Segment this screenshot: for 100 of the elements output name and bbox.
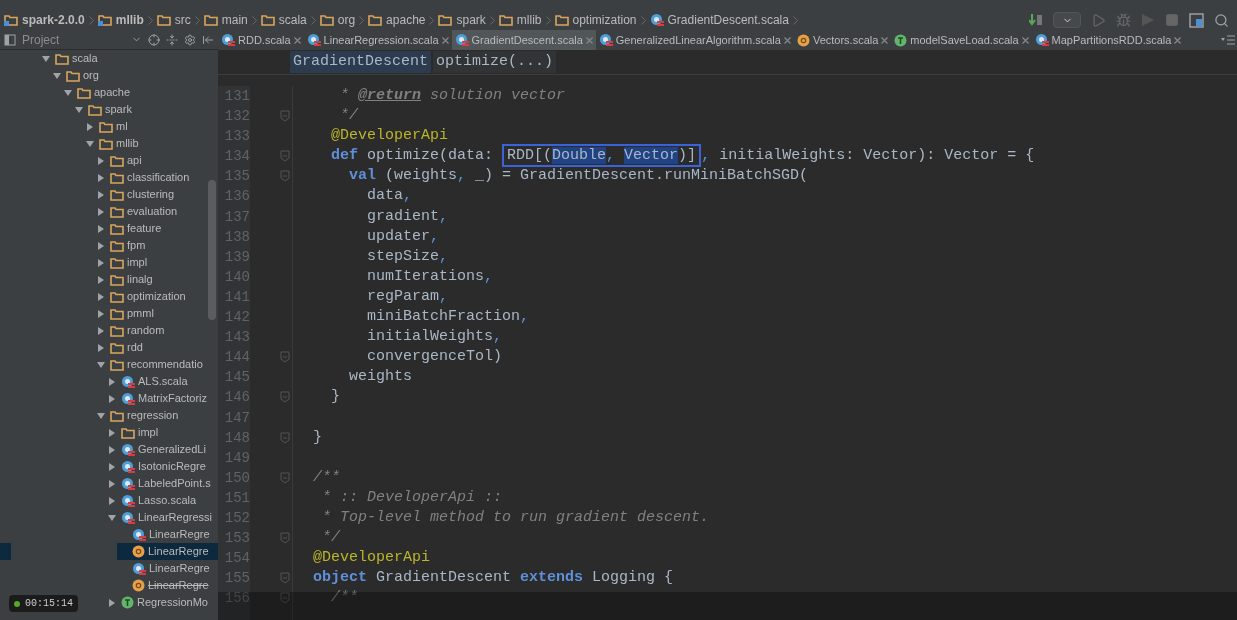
close-icon[interactable]: [881, 36, 889, 44]
tree-item[interactable]: GeneralizedLi: [106, 441, 208, 458]
close-icon[interactable]: [783, 36, 791, 44]
tree-item[interactable]: rdd: [95, 339, 145, 356]
scrollbar[interactable]: [208, 180, 216, 320]
collapse-icon[interactable]: [166, 33, 178, 46]
tab-list-icon[interactable]: [1221, 34, 1235, 46]
tree-item[interactable]: ml: [84, 118, 130, 135]
tree-item[interactable]: LinearRegre: [117, 577, 211, 594]
breadcrumb-item[interactable]: spark: [438, 11, 486, 29]
tree-item[interactable]: impl: [95, 254, 150, 271]
code-line: regParam,: [366, 286, 449, 307]
tree-item[interactable]: classification: [95, 169, 192, 186]
close-icon[interactable]: [1021, 36, 1029, 44]
project-structure-icon[interactable]: [1189, 12, 1204, 28]
code-line: updater,: [366, 226, 440, 247]
code-breadcrumb[interactable]: optimize(...): [433, 50, 557, 74]
tree-item[interactable]: apache: [62, 84, 133, 101]
settings-icon[interactable]: [184, 33, 196, 46]
breadcrumb-item[interactable]: mllib: [97, 11, 144, 29]
collapsed-arrow-icon[interactable]: [86, 122, 94, 131]
tree-item[interactable]: fpm: [95, 237, 148, 254]
editor-tab[interactable]: GradientDescent.scala: [451, 30, 596, 50]
collapsed-arrow-icon[interactable]: [108, 598, 116, 607]
breadcrumb-item[interactable]: org: [319, 11, 356, 29]
class-file-icon: [121, 374, 135, 389]
class-file-icon: [121, 493, 135, 508]
breadcrumb-item[interactable]: mllib: [498, 11, 542, 29]
code-line: * @return solution vector: [339, 86, 566, 106]
tree-item[interactable]: RegressionMo: [106, 594, 210, 611]
tree-item[interactable]: linalg: [95, 271, 155, 288]
tree-item[interactable]: random: [95, 322, 167, 339]
code-line: val (weights, _) = GradientDescent.runMiniBatchSGD(: [348, 166, 809, 187]
breadcrumb-item[interactable]: main: [203, 11, 248, 29]
object-file-icon: [132, 545, 145, 558]
crosshair-icon[interactable]: [148, 33, 160, 46]
folder-icon: [77, 86, 91, 99]
fold-marker-icon[interactable]: [280, 150, 290, 163]
hide-panel-icon[interactable]: [202, 33, 214, 46]
expanded-arrow-icon[interactable]: [97, 411, 105, 420]
breadcrumb-item[interactable]: src: [156, 11, 191, 29]
code-breadcrumb[interactable]: GradientDescent: [290, 50, 432, 74]
vcs-update-icon[interactable]: [1029, 13, 1043, 27]
fold-marker-icon[interactable]: [280, 471, 290, 484]
class-file-icon: [649, 13, 664, 27]
search-icon[interactable]: [1214, 12, 1229, 28]
tree-item[interactable]: optimization: [95, 288, 188, 305]
tree-item[interactable]: recommendatio: [95, 356, 205, 373]
code-line: }: [330, 387, 340, 408]
folder-icon: [110, 324, 124, 337]
tree-item[interactable]: MatrixFactoriz: [106, 390, 210, 407]
tree-item[interactable]: ALS.scala: [106, 373, 190, 390]
breadcrumb-item[interactable]: scala: [260, 11, 307, 29]
fold-marker-icon[interactable]: [280, 110, 290, 123]
tree-item[interactable]: regression: [95, 407, 181, 424]
breadcrumb-item[interactable]: optimization: [554, 11, 637, 29]
folder-icon: [110, 154, 124, 167]
folder-icon: [203, 14, 218, 26]
tree-item[interactable]: impl: [106, 424, 161, 441]
tree-item[interactable]: LinearRegre: [117, 560, 212, 577]
tree-item[interactable]: IsotonicRegre: [106, 458, 208, 475]
breadcrumb-item[interactable]: apache: [368, 11, 426, 29]
tree-item[interactable]: pmml: [95, 305, 156, 322]
folder-icon: [319, 14, 334, 26]
fold-marker-icon[interactable]: [280, 170, 290, 183]
expanded-arrow-icon[interactable]: [97, 360, 105, 369]
tree-item[interactable]: LinearRegressi: [106, 509, 214, 526]
tree-item[interactable]: org: [51, 67, 101, 84]
expanded-arrow-icon[interactable]: [108, 513, 116, 522]
tree-item[interactable]: clustering: [95, 186, 177, 203]
close-icon[interactable]: [441, 36, 449, 44]
run-config-dropdown[interactable]: [1053, 12, 1081, 28]
panel-title: Project: [22, 31, 60, 49]
fold-marker-icon[interactable]: [280, 351, 290, 364]
close-icon[interactable]: [293, 36, 301, 44]
fold-marker-icon[interactable]: [280, 592, 290, 605]
tree-item[interactable]: evaluation: [95, 203, 180, 220]
trait-file-icon: [121, 596, 134, 609]
chevron-right-icon: [792, 15, 798, 25]
fold-marker-icon[interactable]: [280, 572, 290, 585]
trait-file-icon: [894, 33, 908, 47]
expanded-arrow-icon[interactable]: [86, 139, 94, 148]
tree-item[interactable]: spark: [73, 101, 134, 118]
tree-item[interactable]: LabeledPoint.s: [106, 475, 213, 492]
fold-marker-icon[interactable]: [280, 391, 290, 404]
tree-item[interactable]: feature: [95, 220, 164, 237]
tree-item[interactable]: scala: [40, 50, 100, 67]
folder-icon: [110, 341, 124, 354]
folder-icon: [99, 137, 113, 150]
breadcrumb-item[interactable]: GradientDescent.scala: [649, 11, 789, 29]
breadcrumb-item[interactable]: spark-2.0.0: [4, 11, 85, 29]
fold-marker-icon[interactable]: [280, 532, 290, 545]
tree-item[interactable]: mllib: [84, 135, 141, 152]
tree-item[interactable]: api: [95, 152, 144, 169]
tree-item[interactable]: LinearRegre: [117, 526, 212, 543]
close-icon[interactable]: [1174, 36, 1182, 44]
fold-marker-icon[interactable]: [280, 431, 290, 444]
tree-item[interactable]: Lasso.scala: [106, 492, 199, 509]
folder-icon: [554, 14, 569, 26]
chevron-right-icon: [489, 15, 495, 25]
